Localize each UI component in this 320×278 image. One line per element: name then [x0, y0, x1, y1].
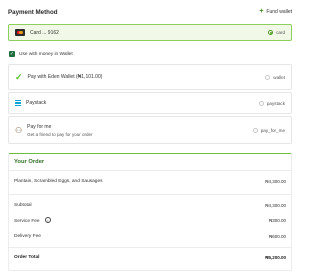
use-wallet-money-label: Use with money in Wallet	[19, 51, 73, 57]
person-icon: ⚇	[15, 125, 23, 135]
checkmark-icon: ✓	[15, 72, 23, 82]
service-fee-value: ₦300.00	[268, 218, 286, 223]
payment-option-paystack[interactable]: Paystack paystack	[8, 92, 292, 114]
divider	[9, 194, 291, 195]
subtotal-row: Subtotal ₦4,300.00	[14, 203, 286, 208]
wallet-radio[interactable]	[265, 74, 271, 80]
delivery-fee-row: Delivery Fee ₦600.00	[14, 234, 286, 239]
plus-icon: +	[259, 8, 264, 15]
payment-option-card[interactable]: Card ... 9162 card	[8, 24, 292, 41]
payment-option-pay-for-me[interactable]: ⚇ Pay for me Get a friend to pay for you…	[8, 116, 292, 144]
subtotal-value: ₦4,300.00	[265, 203, 286, 208]
order-title: Your Order	[14, 159, 45, 165]
order-item-name: Plantain, Scrambled Eggs, and Sausages	[14, 179, 103, 184]
order-total-label: Order Total	[14, 255, 40, 260]
payment-method-header: Payment Method + Fund wallet	[8, 6, 292, 18]
wallet-value: wallet	[273, 74, 285, 80]
order-total-value: ₦5,200.00	[265, 255, 286, 260]
payment-option-wallet[interactable]: ✓ Pay with Eden Wallet (₦1,101.00) walle…	[8, 64, 292, 90]
paystack-radio[interactable]	[258, 100, 264, 106]
pay-for-me-radio[interactable]	[252, 127, 258, 133]
delivery-fee-value: ₦600.00	[268, 234, 286, 239]
card-radio[interactable]	[268, 30, 274, 35]
card-value: card	[276, 30, 285, 35]
wallet-label: Pay with Eden Wallet (₦1,101.00)	[27, 74, 103, 80]
fund-wallet-label: Fund wallet	[266, 9, 292, 15]
paystack-label: Paystack	[26, 100, 47, 106]
pay-for-me-label: Pay for me	[27, 123, 52, 130]
divider	[9, 247, 291, 248]
service-fee-label: Service Fee	[14, 219, 40, 224]
divider	[9, 170, 291, 171]
service-fee-row: Service Fee i ₦300.00	[14, 217, 286, 224]
paystack-icon	[15, 100, 21, 106]
card-label: Card ... 9162	[30, 29, 59, 36]
paystack-value: paystack	[266, 100, 285, 106]
order-item-price: ₦4,300.00	[265, 179, 286, 184]
fund-wallet-button[interactable]: + Fund wallet	[259, 8, 292, 15]
payment-method-title: Payment Method	[8, 8, 58, 16]
delivery-fee-label: Delivery Fee	[14, 234, 41, 239]
pay-for-me-value: pay_for_me	[260, 127, 285, 133]
info-icon[interactable]: i	[44, 217, 51, 223]
use-wallet-money-checkbox-row[interactable]: ✓ Use with money in Wallet	[9, 51, 73, 57]
pay-for-me-sublabel: Get a friend to pay for your order	[27, 131, 93, 137]
mastercard-icon	[15, 29, 25, 36]
order-summary-card: Your Order Plantain, Scrambled Eggs, and…	[8, 153, 292, 271]
order-item-row: Plantain, Scrambled Eggs, and Sausages ₦…	[14, 179, 286, 184]
checkbox-icon[interactable]: ✓	[9, 51, 15, 57]
order-total-row: Order Total ₦5,200.00	[14, 255, 286, 260]
subtotal-label: Subtotal	[14, 203, 32, 208]
